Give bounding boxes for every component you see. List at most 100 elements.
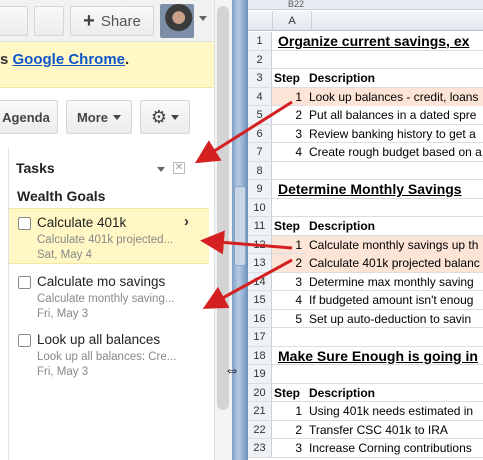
toolbar-button[interactable] xyxy=(0,6,28,36)
row-number[interactable]: 6 xyxy=(248,124,272,142)
name-box[interactable]: B22 xyxy=(248,0,483,10)
step-cell[interactable]: 2 xyxy=(272,421,306,439)
row-number[interactable]: 20 xyxy=(248,383,272,401)
task-item[interactable]: Calculate mo savings Calculate monthly s… xyxy=(9,268,209,324)
step-cell[interactable]: 1 xyxy=(272,402,306,420)
sheet-row[interactable]: 13 2 Calculate 401k projected balanc xyxy=(248,254,483,273)
row-number[interactable]: 9 xyxy=(248,180,272,198)
avatar[interactable] xyxy=(160,4,194,38)
description-cell[interactable]: Transfer CSC 401k to IRA xyxy=(306,421,448,439)
row-number[interactable]: 13 xyxy=(248,254,272,272)
agenda-button[interactable]: Agenda xyxy=(0,100,58,134)
window-divider[interactable] xyxy=(232,0,248,460)
sheet-row[interactable]: 3 Step Description xyxy=(248,69,483,88)
row-number[interactable]: 16 xyxy=(248,309,272,327)
description-column-header[interactable]: Description xyxy=(309,217,375,235)
section-heading[interactable]: Organize current savings, ex xyxy=(278,32,469,50)
row-number[interactable]: 15 xyxy=(248,291,272,309)
sheet-row[interactable]: 20 Step Description xyxy=(248,383,483,402)
row-number[interactable]: 14 xyxy=(248,272,272,290)
row-number[interactable]: 4 xyxy=(248,87,272,105)
row-number[interactable]: 18 xyxy=(248,346,272,364)
row-number[interactable]: 19 xyxy=(248,365,272,383)
section-heading[interactable]: Make Sure Enough is going in xyxy=(278,347,478,365)
sheet-row[interactable]: 19 xyxy=(248,365,483,384)
sheet-row[interactable]: 14 3 Determine max monthly saving xyxy=(248,272,483,291)
description-cell[interactable]: Look up balances - credit, loans xyxy=(306,87,483,106)
resize-grip[interactable] xyxy=(234,186,246,266)
more-button[interactable]: More xyxy=(66,100,132,134)
step-cell[interactable]: 3 xyxy=(272,273,306,291)
task-item[interactable]: Calculate 401k Calculate 401k projected.… xyxy=(9,208,209,264)
task-checkbox[interactable] xyxy=(18,276,31,289)
description-cell[interactable]: Create rough budget based on a xyxy=(306,143,482,161)
step-column-header[interactable]: Step xyxy=(274,217,300,235)
description-cell[interactable]: Increase Corning contributions xyxy=(306,439,472,457)
step-cell[interactable]: 3 xyxy=(272,125,306,143)
row-number[interactable]: 17 xyxy=(248,328,272,346)
task-checkbox[interactable] xyxy=(18,334,31,347)
sheet-row[interactable]: 18 Make Sure Enough is going in xyxy=(248,346,483,365)
sheet-row[interactable]: 10 xyxy=(248,198,483,217)
row-number[interactable]: 22 xyxy=(248,420,272,438)
chevron-down-icon[interactable] xyxy=(199,16,207,21)
task-title[interactable]: Look up all balances xyxy=(37,332,209,348)
sheet-row[interactable]: 5 2 Put all balances in a dated spre xyxy=(248,106,483,125)
sheet-row[interactable]: 22 2 Transfer CSC 401k to IRA xyxy=(248,420,483,439)
sheet-row[interactable]: 11 Step Description xyxy=(248,217,483,236)
step-cell[interactable]: 1 xyxy=(272,235,306,253)
sheet-row[interactable]: 4 1 Look up balances - credit, loans xyxy=(248,87,483,106)
scrollbar[interactable] xyxy=(214,0,232,460)
settings-button[interactable]: ⚙ xyxy=(140,100,190,134)
description-cell[interactable]: Set up auto-deduction to savin xyxy=(306,310,471,328)
share-button[interactable]: + Share xyxy=(70,6,154,36)
sheet-row[interactable]: 23 3 Increase Corning contributions xyxy=(248,439,483,458)
column-header[interactable]: A xyxy=(272,11,312,31)
task-checkbox[interactable] xyxy=(18,217,31,230)
sheet-row[interactable]: 12 1 Calculate monthly savings up th xyxy=(248,235,483,254)
description-column-header[interactable]: Description xyxy=(309,384,375,402)
row-number[interactable]: 11 xyxy=(248,217,272,235)
close-icon[interactable]: ✕ xyxy=(173,162,185,174)
row-number[interactable]: 21 xyxy=(248,402,272,420)
step-cell[interactable]: 2 xyxy=(272,254,306,272)
sheet-row[interactable]: 21 1 Using 401k needs estimated in xyxy=(248,402,483,421)
sheet-row[interactable]: 1 Organize current savings, ex xyxy=(248,32,483,51)
description-cell[interactable]: Calculate monthly savings up th xyxy=(306,235,483,254)
step-cell[interactable]: 4 xyxy=(272,291,306,309)
row-number[interactable]: 8 xyxy=(248,161,272,179)
description-cell[interactable]: If budgeted amount isn't enoug xyxy=(306,291,473,309)
step-cell[interactable]: 4 xyxy=(272,143,306,161)
section-heading[interactable]: Determine Monthly Savings xyxy=(278,180,462,198)
step-cell[interactable]: 1 xyxy=(272,87,306,105)
row-number[interactable]: 3 xyxy=(248,69,272,87)
sheet-row[interactable]: 6 3 Review banking history to get a xyxy=(248,124,483,143)
scrollbar-thumb[interactable] xyxy=(217,6,229,410)
row-number[interactable]: 5 xyxy=(248,106,272,124)
sheet-row[interactable]: 17 xyxy=(248,328,483,347)
step-cell[interactable]: 2 xyxy=(272,106,306,124)
chevron-right-icon[interactable]: › xyxy=(184,213,189,230)
task-item[interactable]: Look up all balances Look up all balance… xyxy=(9,326,209,382)
google-chrome-link[interactable]: Google Chrome xyxy=(13,51,126,68)
step-column-header[interactable]: Step xyxy=(274,69,300,87)
description-cell[interactable]: Put all balances in a dated spre xyxy=(306,106,476,124)
step-column-header[interactable]: Step xyxy=(274,384,300,402)
step-cell[interactable]: 3 xyxy=(272,439,306,457)
description-cell[interactable]: Using 401k needs estimated in xyxy=(306,402,473,420)
row-number[interactable]: 2 xyxy=(248,50,272,68)
description-cell[interactable]: Determine max monthly saving xyxy=(306,273,474,291)
spreadsheet[interactable]: B22 A 1 Organize current savings, ex 2 3 Ste… xyxy=(248,0,483,460)
sheet-row[interactable]: 16 5 Set up auto-deduction to savin xyxy=(248,309,483,328)
sheet-row[interactable]: 7 4 Create rough budget based on a xyxy=(248,143,483,162)
description-cell[interactable]: Review banking history to get a xyxy=(306,125,476,143)
description-cell[interactable]: Calculate 401k projected balanc xyxy=(306,254,483,272)
row-number[interactable]: 10 xyxy=(248,198,272,216)
sheet-row[interactable]: 15 4 If budgeted amount isn't enoug xyxy=(248,291,483,310)
sheet-row[interactable]: 8 xyxy=(248,161,483,180)
chevron-down-icon[interactable] xyxy=(157,167,165,172)
row-number[interactable]: 1 xyxy=(248,32,272,50)
step-cell[interactable]: 5 xyxy=(272,310,306,328)
row-number[interactable]: 12 xyxy=(248,235,272,253)
toolbar-button[interactable] xyxy=(34,6,64,36)
